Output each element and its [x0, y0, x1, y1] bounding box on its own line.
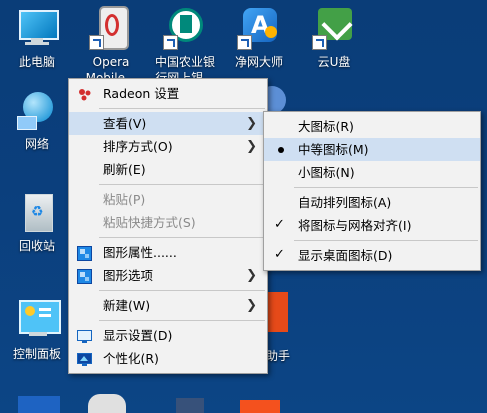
submenu-item-align-to-grid[interactable]: ✓ 将图标与网格对齐(I): [264, 214, 480, 237]
menu-separator: [99, 108, 265, 109]
menu-item-new[interactable]: 新建(W) ❯: [69, 294, 267, 317]
radeon-icon: [77, 86, 92, 101]
menu-separator: [294, 240, 478, 241]
display-icon: [77, 328, 92, 343]
checkmark-icon: ✓: [274, 247, 285, 262]
chevron-right-icon: ❯: [246, 139, 257, 154]
menu-item-label: 排序方式(O): [103, 139, 173, 154]
desktop-icon-assistant-label: 助手: [266, 349, 291, 363]
desktop-icon-cloud-usb[interactable]: 云U盘: [291, 6, 377, 70]
menu-item-label: 粘贴(P): [103, 192, 146, 207]
menu-item-graphics-options[interactable]: 图形选项 ❯: [69, 264, 267, 287]
submenu-item-show-desktop-icons[interactable]: ✓ 显示桌面图标(D): [264, 244, 480, 267]
menu-item-refresh[interactable]: 刷新(E): [69, 158, 267, 181]
menu-item-label: 新建(W): [103, 298, 151, 313]
chevron-right-icon: ❯: [246, 268, 257, 283]
desktop-icon-adsafe[interactable]: A 净网大师: [216, 6, 302, 70]
menu-item-label: 自动排列图标(A): [298, 195, 392, 210]
menu-item-label: 图形选项: [103, 268, 154, 283]
shortcut-arrow-icon: [89, 35, 104, 50]
adsafe-icon: A: [237, 6, 281, 50]
radio-selected-icon: [278, 147, 284, 153]
menu-item-label: 小图标(N): [298, 165, 355, 180]
menu-item-radeon-settings[interactable]: Radeon 设置: [69, 82, 267, 105]
icon-label: 净网大师: [234, 55, 283, 69]
menu-item-label: 粘贴快捷方式(S): [103, 215, 196, 230]
menu-separator: [294, 187, 478, 188]
menu-item-label: 大图标(R): [298, 119, 354, 134]
control-panel-icon: [15, 298, 61, 342]
menu-separator: [99, 320, 265, 321]
menu-item-display-settings[interactable]: 显示设置(D): [69, 324, 267, 347]
shortcut-arrow-icon: [312, 35, 327, 50]
submenu-item-auto-arrange[interactable]: 自动排列图标(A): [264, 191, 480, 214]
opera-mobile-icon: [89, 6, 133, 50]
chevron-right-icon: ❯: [246, 298, 257, 313]
menu-item-label: 将图标与网格对齐(I): [298, 218, 412, 233]
shortcut-arrow-icon: [163, 35, 178, 50]
partial-bottom-icon: [88, 394, 126, 413]
menu-separator: [99, 237, 265, 238]
menu-item-paste-shortcut: 粘贴快捷方式(S): [69, 211, 267, 234]
shortcut-arrow-icon: [237, 35, 252, 50]
personalize-icon: [77, 351, 92, 366]
menu-item-label: 中等图标(M): [298, 142, 369, 157]
menu-item-label: 个性化(R): [103, 351, 159, 366]
menu-item-label: 显示桌面图标(D): [298, 248, 393, 263]
partial-bottom-icon: [176, 398, 204, 413]
cloud-usb-icon: [312, 6, 356, 50]
submenu-item-large-icons[interactable]: 大图标(R): [264, 115, 480, 138]
menu-separator: [99, 290, 265, 291]
menu-item-label: 查看(V): [103, 116, 147, 131]
menu-item-sort-by[interactable]: 排序方式(O) ❯: [69, 135, 267, 158]
abc-bank-icon: [163, 6, 207, 50]
intel-graphics-icon: [77, 268, 92, 284]
icon-label: 云U盘: [317, 55, 351, 69]
menu-item-label: 刷新(E): [103, 162, 146, 177]
desktop-context-menu: Radeon 设置 查看(V) ❯ 排序方式(O) ❯ 刷新(E) 粘贴(P) …: [68, 78, 268, 374]
menu-item-label: 显示设置(D): [103, 328, 173, 343]
partial-bottom-icon: [240, 400, 280, 413]
recycle-bin-icon: ♻: [15, 190, 59, 234]
view-submenu: 大图标(R) 中等图标(M) 小图标(N) 自动排列图标(A) ✓ 将图标与网格…: [263, 111, 481, 271]
menu-item-label: Radeon 设置: [103, 86, 180, 101]
checkmark-icon: ✓: [274, 217, 285, 232]
this-pc-icon: [15, 6, 59, 50]
menu-separator: [99, 184, 265, 185]
submenu-item-medium-icons[interactable]: 中等图标(M): [264, 138, 480, 161]
partial-bottom-icon: [18, 396, 60, 413]
menu-item-paste: 粘贴(P): [69, 188, 267, 211]
menu-item-view[interactable]: 查看(V) ❯: [69, 112, 267, 135]
intel-graphics-icon: [77, 245, 92, 261]
chevron-right-icon: ❯: [246, 116, 257, 131]
submenu-item-small-icons[interactable]: 小图标(N): [264, 161, 480, 184]
network-icon: [15, 88, 59, 132]
menu-item-graphics-properties[interactable]: 图形属性......: [69, 241, 267, 264]
menu-item-label: 图形属性......: [103, 245, 177, 260]
menu-item-personalize[interactable]: 个性化(R): [69, 347, 267, 370]
